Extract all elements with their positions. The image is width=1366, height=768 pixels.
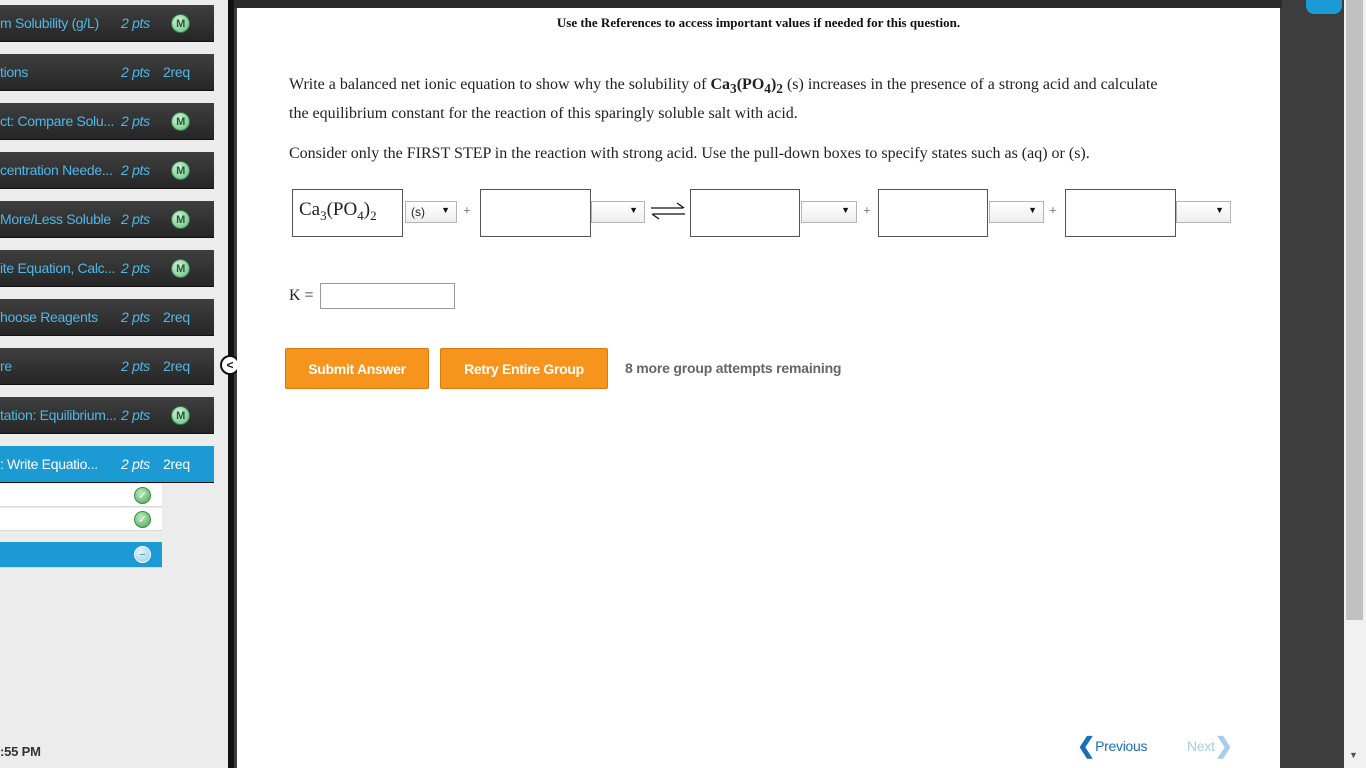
product2-input[interactable]: [878, 189, 988, 237]
plus-sign: +: [863, 204, 871, 219]
reactant-formula-box: Ca3(PO4)2: [292, 189, 403, 237]
sidebar-item-points: 2 pts: [121, 456, 150, 472]
sidebar-item-points: 2 pts: [121, 162, 150, 178]
next-label: Next: [1187, 738, 1215, 754]
sidebar-item-re[interactable]: re 2 pts 2req: [0, 348, 214, 385]
sidebar-item-label: re: [0, 358, 12, 374]
mastery-badge-icon: M: [171, 161, 190, 180]
reactant2-input[interactable]: [480, 189, 591, 237]
sidebar-item-points: 2 pts: [121, 407, 150, 423]
k-value-input[interactable]: [320, 283, 455, 309]
mastery-badge-icon: M: [171, 112, 190, 131]
question-panel: Use the References to access important v…: [237, 8, 1280, 768]
sidebar-item-required: 2req: [163, 456, 190, 472]
panel-divider: [228, 0, 234, 768]
reactant2-state-select[interactable]: ▼: [591, 201, 645, 223]
product3-input[interactable]: [1065, 189, 1176, 237]
sidebar-item-label: ct: Compare Solu...: [0, 113, 115, 129]
instruction-text: Consider only the FIRST STEP in the reac…: [289, 145, 1090, 162]
minus-circle-icon: −: [134, 546, 151, 563]
sidebar-item-label: More/Less Soluble: [0, 211, 111, 227]
sidebar-item-points: 2 pts: [121, 309, 150, 325]
plus-sign: +: [1049, 204, 1057, 219]
sidebar-item-label: tions: [0, 64, 29, 80]
sidebar-item-required: 2req: [163, 358, 190, 374]
scroll-down-arrow-icon[interactable]: ▼: [1349, 750, 1358, 760]
question-text-part2: (s) increases in the presence of a stron…: [786, 76, 1158, 93]
previous-button[interactable]: ❮ Previous: [1077, 733, 1148, 758]
sidebar-item-tions[interactable]: tions 2 pts 2req: [0, 54, 214, 91]
dropdown-arrow-icon: ▼: [629, 205, 638, 215]
sidebar-item-solubility[interactable]: m Solubility (g/L) 2 pts M: [0, 5, 214, 42]
sidebar-item-required: 2req: [163, 64, 190, 80]
sidebar-item-label: tation: Equilibrium...: [0, 407, 117, 423]
sidebar-item-points: 2 pts: [121, 211, 150, 227]
dropdown-arrow-icon: ▼: [1028, 205, 1037, 215]
chevron-right-icon: ❯: [1214, 733, 1233, 758]
sidebar-item-points: 2 pts: [121, 64, 150, 80]
sidebar-item-equilibrium[interactable]: tation: Equilibrium... 2 pts M: [0, 397, 214, 434]
sidebar-item-points: 2 pts: [121, 260, 150, 276]
product1-state-select[interactable]: ▼: [801, 201, 857, 223]
reactant-state-value: (s): [411, 205, 425, 219]
k-label: K =: [289, 287, 314, 304]
sidebar-item-points: 2 pts: [121, 15, 150, 31]
sidebar-item-label: centration Neede...: [0, 162, 113, 178]
mastery-badge-icon: M: [171, 259, 190, 278]
equilibrium-arrow-icon: [651, 202, 685, 220]
plus-sign: +: [463, 204, 471, 219]
right-panel: [1282, 0, 1344, 768]
question-text-part1: Write a balanced net ionic equation to s…: [289, 76, 707, 93]
sidebar-item-concentration-needed[interactable]: centration Neede... 2 pts M: [0, 152, 214, 189]
app-window: m Solubility (g/L) 2 pts M tions 2 pts 2…: [0, 0, 1366, 768]
sidebar-item-more-less-soluble[interactable]: More/Less Soluble 2 pts M: [0, 201, 214, 238]
sub-question-1[interactable]: ✓: [0, 484, 162, 507]
question-text-line2: the equilibrium constant for the reactio…: [289, 105, 798, 123]
product1-input[interactable]: [690, 189, 800, 237]
sub-question-3-current[interactable]: −: [0, 542, 162, 568]
sidebar-item-choose-reagents[interactable]: hoose Reagents 2 pts 2req: [0, 299, 214, 336]
sidebar-item-points: 2 pts: [121, 113, 150, 129]
references-note: Use the References to access important v…: [556, 15, 961, 30]
sidebar-item-label: : Write Equatio...: [0, 456, 98, 472]
mastery-badge-icon: M: [171, 14, 190, 33]
checkmark-icon: ✓: [134, 511, 151, 528]
product2-state-select[interactable]: ▼: [989, 201, 1044, 223]
tools-badge-icon[interactable]: [1306, 0, 1342, 14]
reactant-formula: Ca3(PO4)2: [299, 199, 377, 223]
scrollbar-thumb[interactable]: [1346, 0, 1363, 620]
top-strip: [234, 0, 1282, 8]
sidebar-item-points: 2 pts: [121, 358, 150, 374]
chevron-left-icon: ❮: [1077, 733, 1096, 758]
attempts-remaining: 8 more group attempts remaining: [625, 360, 842, 376]
dropdown-arrow-icon: ▼: [441, 205, 450, 215]
sidebar-item-compare-solubility[interactable]: ct: Compare Solu... 2 pts M: [0, 103, 214, 140]
sidebar-item-required: 2req: [163, 309, 190, 325]
sidebar-item-write-equation-calc[interactable]: ite Equation, Calc... 2 pts M: [0, 250, 214, 287]
retry-entire-group-button[interactable]: Retry Entire Group: [440, 348, 608, 389]
sidebar-item-label: hoose Reagents: [0, 309, 98, 325]
submit-answer-button[interactable]: Submit Answer: [285, 348, 429, 389]
assignment-sidebar: m Solubility (g/L) 2 pts M tions 2 pts 2…: [0, 0, 228, 768]
clock-time: :55 PM: [0, 744, 41, 759]
previous-label: Previous: [1095, 738, 1148, 754]
question-text: Write a balanced net ionic equation to s…: [289, 72, 1239, 126]
sub-question-2[interactable]: ✓: [0, 508, 162, 531]
mastery-badge-icon: M: [171, 406, 190, 425]
reactant-state-select[interactable]: (s) ▼: [405, 201, 457, 223]
next-button[interactable]: Next ❯: [1187, 733, 1233, 758]
mastery-badge-icon: M: [171, 210, 190, 229]
dropdown-arrow-icon: ▼: [841, 205, 850, 215]
compound-formula: Ca3(PO4)2: [710, 76, 783, 97]
sidebar-item-label: ite Equation, Calc...: [0, 260, 116, 276]
sidebar-item-write-equation-active[interactable]: : Write Equatio... 2 pts 2req: [0, 446, 214, 483]
dropdown-arrow-icon: ▼: [1215, 205, 1224, 215]
product3-state-select[interactable]: ▼: [1176, 201, 1231, 223]
sidebar-item-label: m Solubility (g/L): [0, 15, 99, 31]
checkmark-icon: ✓: [134, 487, 151, 504]
